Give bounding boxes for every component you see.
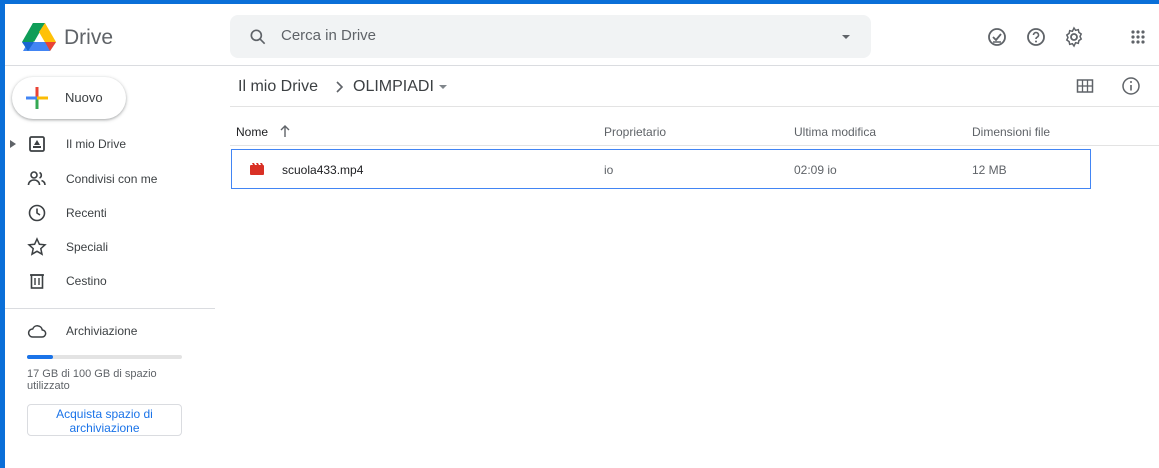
expand-caret-icon[interactable]	[9, 139, 17, 149]
shared-people-icon	[27, 171, 46, 186]
sidebar-item-label: Recenti	[66, 206, 107, 220]
search-bar[interactable]: Cerca in Drive	[230, 15, 871, 58]
video-file-icon	[250, 163, 264, 175]
drive-logo-icon[interactable]	[22, 22, 56, 52]
sidebar-item-label: Condivisi con me	[66, 172, 158, 186]
header-divider	[230, 145, 1159, 146]
grid-view-icon[interactable]	[1075, 76, 1095, 96]
sidebar-item-storage[interactable]: Archiviazione	[5, 316, 215, 346]
new-button-label: Nuovo	[65, 90, 103, 105]
search-input[interactable]: Cerca in Drive	[281, 27, 376, 44]
sidebar-item-my-drive[interactable]: Il mio Drive	[5, 129, 215, 159]
folder-menu-dropdown-icon[interactable]	[437, 81, 449, 93]
header: Drive Cerca in Drive	[5, 4, 1159, 66]
offline-status-icon[interactable]	[986, 26, 1008, 48]
storage-usage-fill	[27, 355, 54, 359]
buy-storage-button[interactable]: Acquista spazio di archiviazione	[27, 404, 182, 436]
clock-icon	[28, 204, 46, 222]
column-header-name[interactable]: Nome	[236, 125, 268, 139]
sidebar-item-label: Cestino	[66, 274, 107, 288]
column-header-last-modified[interactable]: Ultima modifica	[794, 125, 876, 139]
sidebar-item-shared-with-me[interactable]: Condivisi con me	[5, 164, 215, 194]
new-button[interactable]: Nuovo	[12, 77, 126, 119]
settings-gear-icon[interactable]	[1063, 26, 1085, 48]
chevron-right-icon	[336, 81, 344, 93]
sidebar-item-recent[interactable]: Recenti	[5, 198, 215, 228]
column-header-file-size[interactable]: Dimensioni file	[972, 125, 1050, 139]
sidebar-item-label: Il mio Drive	[66, 137, 127, 151]
help-icon[interactable]	[1025, 26, 1047, 48]
search-icon[interactable]	[248, 27, 268, 47]
toolbar-divider	[230, 106, 1159, 107]
breadcrumb-root[interactable]: Il mio Drive	[238, 78, 318, 96]
sort-ascending-arrow-icon[interactable]	[279, 124, 291, 138]
cloud-icon	[27, 325, 47, 338]
column-header-owner[interactable]: Proprietario	[604, 125, 666, 139]
sidebar-item-label: Archiviazione	[66, 324, 138, 338]
star-icon	[27, 237, 47, 256]
file-size: 12 MB	[972, 163, 1007, 177]
trash-icon	[30, 274, 44, 289]
search-options-icon[interactable]	[836, 27, 856, 47]
file-name: scuola433.mp4	[282, 163, 364, 177]
sidebar-item-starred[interactable]: Speciali	[5, 232, 215, 262]
sidebar-item-label: Speciali	[66, 240, 109, 254]
storage-usage-bar	[27, 355, 182, 359]
apps-grid-icon[interactable]	[1127, 26, 1149, 48]
breadcrumb-current-folder[interactable]: OLIMPIADI	[353, 78, 434, 96]
file-owner: io	[604, 163, 614, 177]
app-name[interactable]: Drive	[64, 26, 113, 50]
my-drive-icon	[29, 136, 45, 152]
plus-icon	[26, 87, 48, 109]
info-icon[interactable]	[1121, 76, 1141, 96]
file-last-modified: 02:09 io	[794, 163, 837, 177]
sidebar-divider	[5, 308, 215, 309]
file-row[interactable]: scuola433.mp4 io 02:09 io 12 MB	[231, 149, 1091, 189]
storage-usage-text: 17 GB di 100 GB di spazio utilizzato	[27, 368, 157, 392]
sidebar-item-trash[interactable]: Cestino	[5, 266, 215, 296]
